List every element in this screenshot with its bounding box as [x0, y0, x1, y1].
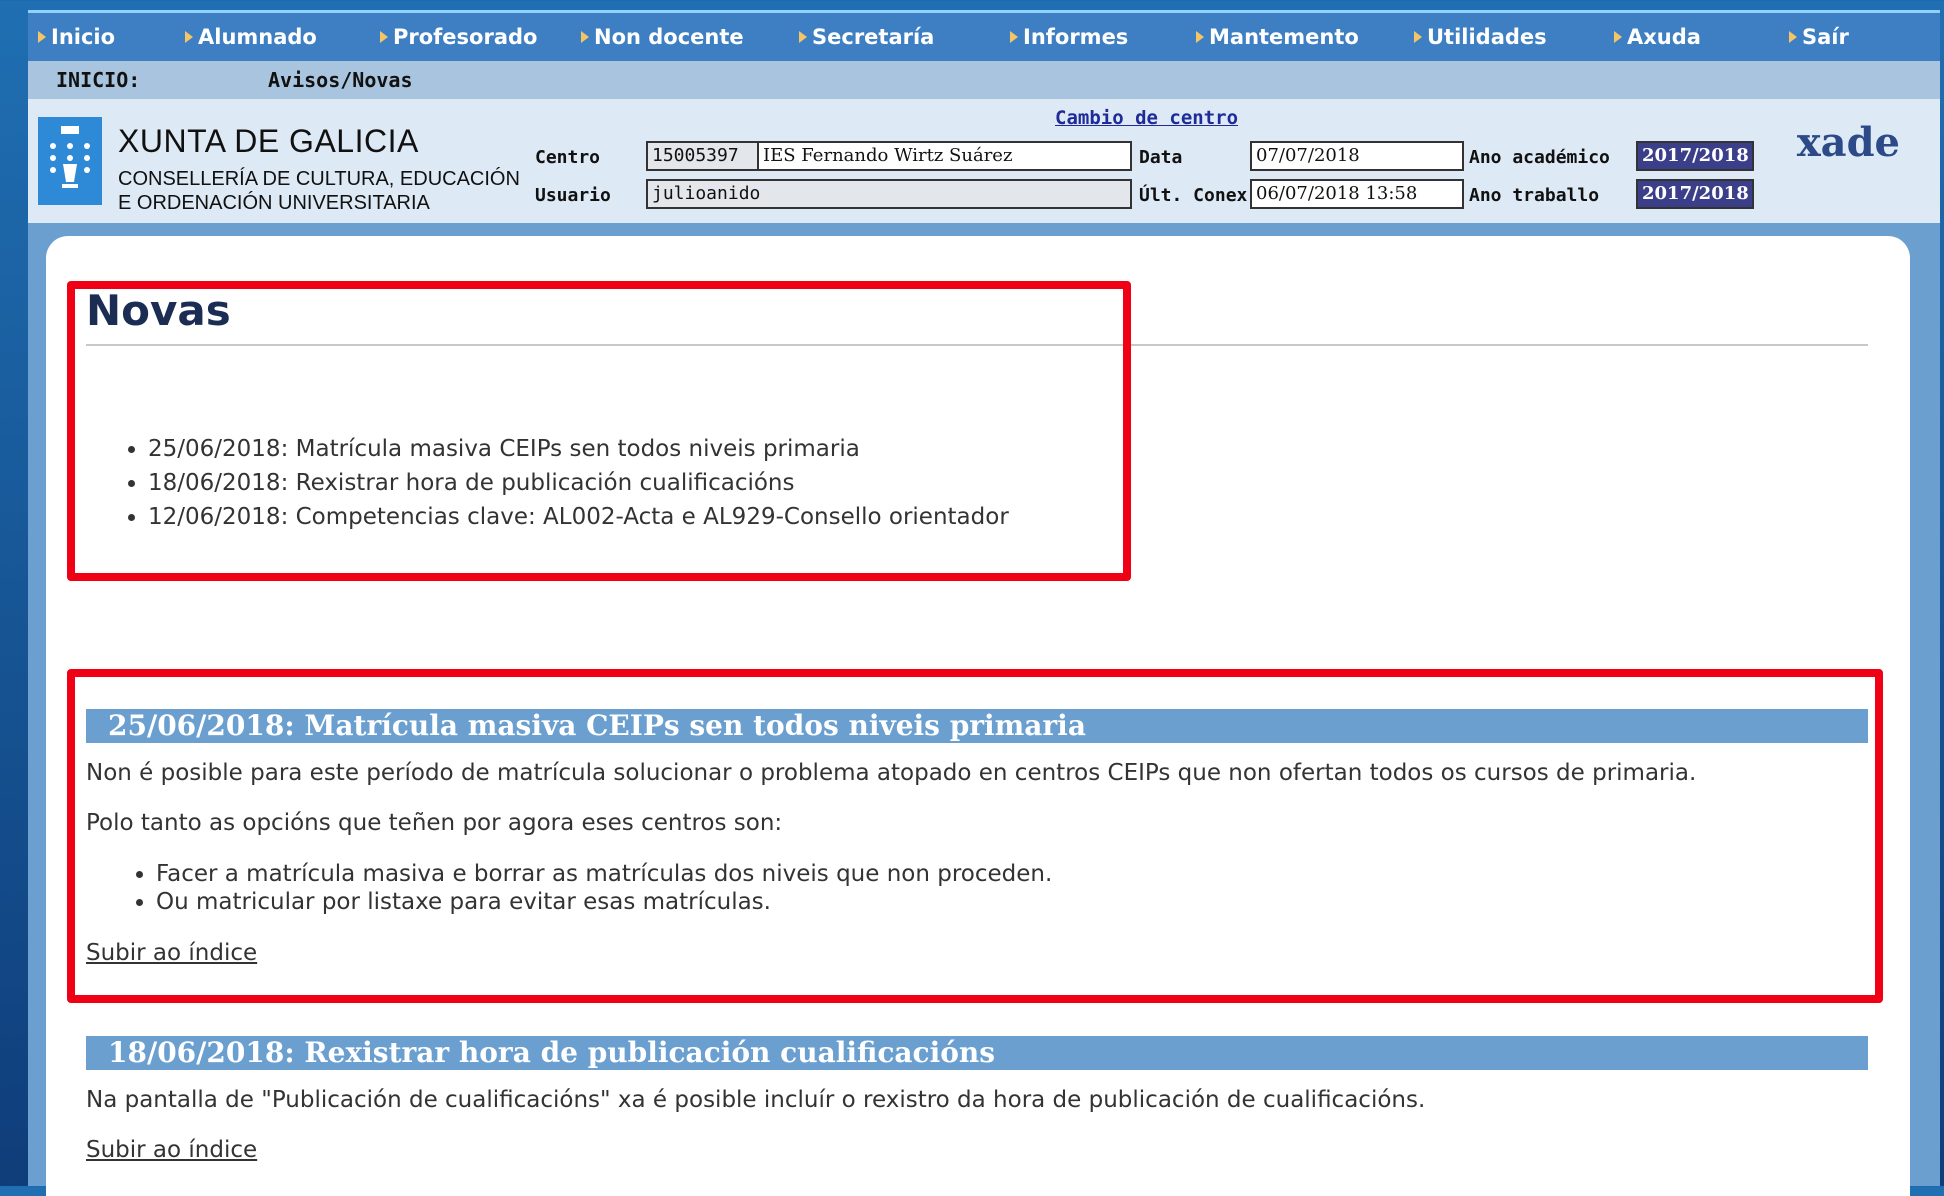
org-name: XUNTA DE GALICIA — [118, 123, 419, 159]
triangle-right-icon — [185, 31, 193, 43]
menu-item-profesorado[interactable]: Profesorado — [380, 25, 581, 49]
menu-item-alumnado[interactable]: Alumnado — [185, 25, 380, 49]
highlight-box-news-index — [67, 281, 1131, 581]
highlight-box-first-news — [67, 669, 1883, 1003]
department-line-1: CONSELLERÍA DE CULTURA, EDUCACIÓN — [118, 168, 520, 190]
menu-item-informes[interactable]: Informes — [1010, 25, 1196, 49]
triangle-right-icon — [380, 31, 388, 43]
app-window: Inicio Alumnado Profesorado Non docente … — [28, 10, 1940, 1196]
triangle-right-icon — [1789, 31, 1797, 43]
menu-item-non-docente[interactable]: Non docente — [581, 25, 799, 49]
menu-item-label: Saír — [1802, 25, 1849, 49]
triangle-right-icon — [1614, 31, 1622, 43]
menu-item-label: Mantemento — [1209, 25, 1359, 49]
breadcrumb: INICIO: Avisos/Novas — [28, 61, 1940, 99]
usuario-label: Usuario — [535, 185, 611, 206]
menu-item-axuda[interactable]: Axuda — [1614, 25, 1789, 49]
triangle-right-icon — [799, 31, 807, 43]
menu-item-label: Non docente — [594, 25, 744, 49]
triangle-right-icon — [1010, 31, 1018, 43]
centro-code-field: 15005397 — [646, 141, 759, 171]
menu-item-label: Alumnado — [198, 25, 317, 49]
xade-brand: xade — [1796, 119, 1900, 166]
triangle-right-icon — [581, 31, 589, 43]
ano-academico-field: 2017/2018 — [1636, 141, 1754, 171]
department-line-2: E ORDENACIÓN UNIVERSITARIA — [118, 192, 430, 214]
section-paragraph: Na pantalla de "Publicación de cualifica… — [86, 1087, 1426, 1113]
triangle-right-icon — [38, 31, 46, 43]
breadcrumb-section: INICIO: — [56, 68, 141, 92]
xunta-emblem-icon — [50, 126, 90, 188]
menu-item-inicio[interactable]: Inicio — [38, 25, 185, 49]
menu-item-label: Informes — [1023, 25, 1129, 49]
back-to-index-link[interactable]: Subir ao índice — [86, 1137, 257, 1163]
menu-item-sair[interactable]: Saír — [1789, 25, 1879, 49]
ult-conex-field: 06/07/2018 13:58 — [1250, 179, 1464, 209]
xunta-logo — [38, 117, 102, 205]
menu-item-label: Profesorado — [393, 25, 538, 49]
centro-name-field: IES Fernando Wirtz Suárez — [757, 141, 1132, 171]
usuario-field: julioanido — [646, 179, 1132, 209]
top-menu-bar: Inicio Alumnado Profesorado Non docente … — [28, 10, 1940, 61]
section-heading: 18/06/2018: Rexistrar hora de publicació… — [86, 1036, 1868, 1070]
menu-item-label: Secretaría — [812, 25, 935, 49]
menu-item-label: Utilidades — [1427, 25, 1547, 49]
content-panel: Novas 25/06/2018: Matrícula masiva CEIPs… — [46, 236, 1910, 1196]
ano-academico-label: Ano académico — [1469, 147, 1610, 168]
triangle-right-icon — [1196, 31, 1204, 43]
header-panel: XUNTA DE GALICIA CONSELLERÍA DE CULTURA,… — [28, 99, 1940, 223]
breadcrumb-page: Avisos/Novas — [268, 68, 413, 92]
menu-item-mantemento[interactable]: Mantemento — [1196, 25, 1414, 49]
menu-item-label: Axuda — [1627, 25, 1701, 49]
menu-item-label: Inicio — [51, 25, 116, 49]
triangle-right-icon — [1414, 31, 1422, 43]
menu-item-utilidades[interactable]: Utilidades — [1414, 25, 1614, 49]
menu-item-secretaria[interactable]: Secretaría — [799, 25, 1010, 49]
data-field: 07/07/2018 — [1250, 141, 1464, 171]
data-label: Data — [1139, 147, 1183, 168]
ano-traballo-field: 2017/2018 — [1636, 179, 1754, 209]
ano-traballo-label: Ano traballo — [1469, 185, 1600, 206]
change-center-link[interactable]: Cambio de centro — [1055, 107, 1238, 129]
department-name: CONSELLERÍA DE CULTURA, EDUCACIÓN E ORDE… — [118, 167, 520, 215]
main-menu: Inicio Alumnado Profesorado Non docente … — [28, 13, 1940, 61]
ult-conex-label: Últ. Conex — [1139, 185, 1248, 206]
centro-label: Centro — [535, 147, 601, 168]
